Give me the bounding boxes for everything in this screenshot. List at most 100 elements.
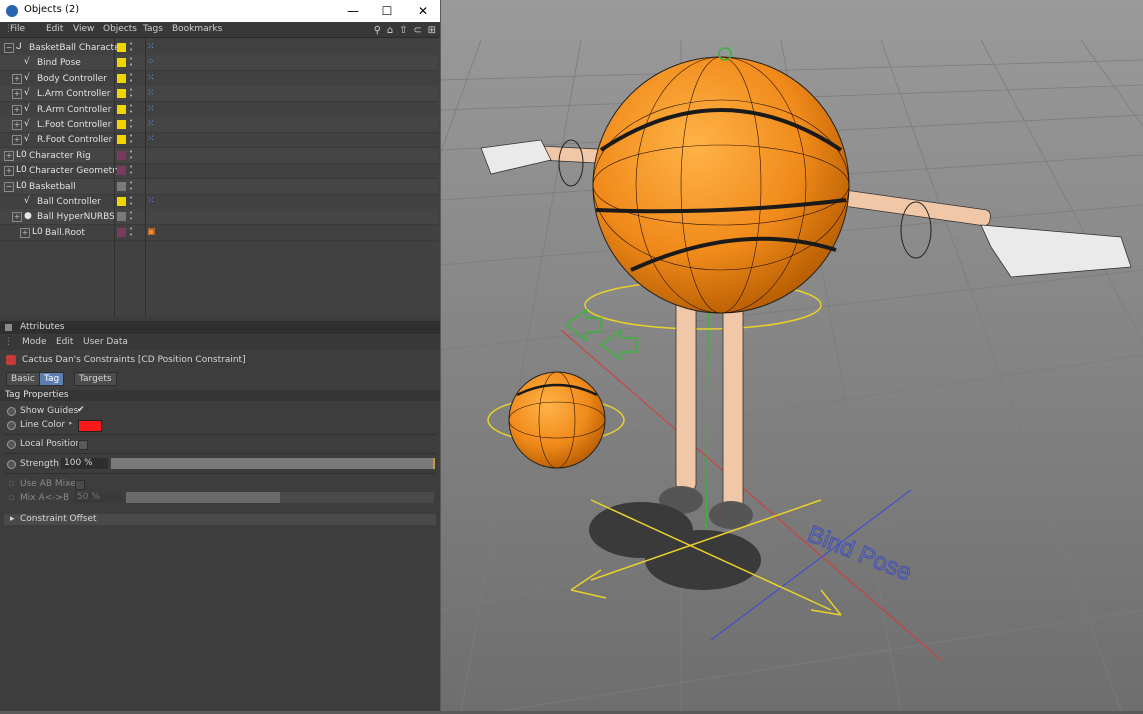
xpresso-tag-icon[interactable]: ⁙ [147,42,155,52]
tree-row[interactable]: + √ Body Controller • • ⁙ [0,71,438,87]
tree-row[interactable]: √ Bind Pose • • ⁘ [0,55,438,72]
strength-input[interactable]: 100 % [61,458,108,469]
close-button[interactable]: ✕ [410,2,436,20]
visibility-dots-icon[interactable]: • • [129,225,133,238]
drag-handle-icon[interactable]: ⋮ [4,337,13,347]
menu-objects[interactable]: Objects [103,24,137,34]
expand-toggle-icon[interactable]: − [4,43,14,53]
expand-toggle-icon[interactable]: + [4,150,14,161]
animate-radio[interactable] [7,407,16,416]
show-guides-checkbox[interactable]: ✔ [77,405,85,415]
mix-input[interactable]: 50 % [74,492,121,503]
viewport-canvas[interactable]: Bind Pose [240,0,1143,712]
expand-toggle-icon[interactable]: + [4,166,14,177]
panel-grip-icon[interactable] [5,324,12,331]
expand-arrow-icon[interactable]: ▸ [69,419,73,427]
animate-radio[interactable] [7,440,16,449]
tree-row[interactable]: + L0 Character Geometry • • [0,163,438,180]
tree-row[interactable]: − L0 Basketball • • [0,178,438,195]
xpresso-tag-icon[interactable]: ⁙ [147,134,155,144]
layer-color-swatch[interactable] [117,150,126,160]
layer-color-swatch[interactable] [117,43,126,52]
tree-row[interactable]: + √ L.Arm Controller • • ⁙ [0,86,438,103]
menu-mode[interactable]: Mode [22,337,47,347]
tree-row[interactable]: − ᒍ BasketBall Character • • ⁙ [0,40,438,56]
tree-row[interactable]: + √ R.Arm Controller • • ⁙ [0,102,438,118]
basketball-prop[interactable] [508,371,606,469]
tab-tag[interactable]: Tag [39,372,65,386]
constraint-tag-icon[interactable]: ▣ [147,227,156,237]
new-panel-icon[interactable]: ⊞ [428,25,436,36]
local-position-checkbox[interactable] [78,440,88,450]
expand-toggle-icon[interactable]: + [12,89,22,100]
xpresso-tag-icon[interactable]: ⁙ [147,104,155,114]
visibility-dots-icon[interactable]: • • [129,179,133,192]
visibility-dots-icon[interactable]: • • [129,87,133,100]
menu-attr-edit[interactable]: Edit [56,337,73,347]
visibility-dots-icon[interactable]: • • [129,56,133,69]
animate-radio[interactable] [7,460,16,469]
use-ab-mixer-checkbox[interactable] [75,480,85,490]
tree-row[interactable]: √ Ball Controller • • ⁙ [0,194,438,210]
expand-toggle-icon[interactable]: + [20,227,30,238]
minimize-button[interactable]: — [340,2,366,20]
visibility-dots-icon[interactable]: • • [129,210,133,223]
visibility-dots-icon[interactable]: • • [129,133,133,146]
layer-color-swatch[interactable] [117,89,126,99]
layer-color-swatch[interactable] [117,181,126,191]
animate-radio[interactable] [7,421,16,430]
tree-row[interactable]: + √ L.Foot Controller • • ⁙ [0,117,438,133]
maximize-button[interactable]: ☐ [374,2,400,20]
visibility-dots-icon[interactable]: • • [129,148,133,161]
expand-arrow-icon[interactable]: ▸ [10,514,15,524]
layer-color-swatch[interactable] [117,120,126,129]
layer-color-swatch[interactable] [117,212,126,222]
line-color-swatch[interactable] [78,420,102,432]
menu-edit[interactable]: Edit [46,24,63,34]
strength-slider[interactable] [111,458,435,469]
menu-file[interactable]: File [10,24,25,34]
layer-color-swatch[interactable] [117,166,126,176]
visibility-dots-icon[interactable]: • • [129,118,133,131]
menu-tags[interactable]: Tags [143,24,163,34]
layer-color-swatch[interactable] [117,73,126,83]
up-arrow-icon[interactable]: ⇧ [399,25,407,36]
home-icon[interactable]: ⌂ [387,25,393,36]
expand-toggle-icon[interactable]: + [12,135,22,146]
expand-toggle-icon[interactable]: − [4,181,14,192]
link-icon[interactable]: ⊂ [413,25,421,36]
mix-slider[interactable] [126,492,434,503]
layer-color-swatch[interactable] [117,227,126,237]
tree-row[interactable]: + ● Ball HyperNURBS • • [0,209,438,226]
menu-user-data[interactable]: User Data [83,337,128,347]
menu-bookmarks[interactable]: Bookmarks [172,24,222,34]
layer-color-swatch[interactable] [117,104,126,114]
layer-color-swatch[interactable] [117,197,126,206]
3d-viewport[interactable]: Bind Pose [240,0,1143,712]
pose-tag-icon[interactable]: ⁘ [147,57,155,67]
xpresso-tag-icon[interactable]: ⁙ [147,73,155,83]
expand-toggle-icon[interactable]: + [12,120,22,130]
xpresso-tag-icon[interactable]: ⁙ [147,196,155,206]
xpresso-tag-icon[interactable]: ⁙ [147,88,155,98]
layer-color-swatch[interactable] [117,135,126,145]
visibility-dots-icon[interactable]: • • [129,71,133,84]
visibility-dots-icon[interactable]: • • [129,102,133,115]
tab-targets[interactable]: Targets [74,372,117,386]
tree-row[interactable]: + √ R.Foot Controller • • ⁙ [0,132,438,149]
visibility-dots-icon[interactable]: • • [129,195,133,208]
layer-color-swatch[interactable] [117,58,126,68]
expand-toggle-icon[interactable]: + [12,212,22,223]
expand-toggle-icon[interactable]: + [12,104,22,115]
tree-row[interactable]: + L0 Character Rig • • [0,147,438,164]
search-icon[interactable]: ⚲ [374,25,381,36]
constraint-offset-group[interactable]: ▸ Constraint Offset [4,514,436,525]
visibility-dots-icon[interactable]: • • [129,41,133,54]
tree-row[interactable]: + L0 Ball.Root • • ▣ [0,225,438,241]
expand-toggle-icon[interactable]: + [12,73,22,84]
tab-basic[interactable]: Basic [6,372,40,386]
menu-view[interactable]: View [73,24,94,34]
visibility-dots-icon[interactable]: • • [129,164,133,177]
basketball-body[interactable] [592,56,850,314]
xpresso-tag-icon[interactable]: ⁙ [147,119,155,129]
